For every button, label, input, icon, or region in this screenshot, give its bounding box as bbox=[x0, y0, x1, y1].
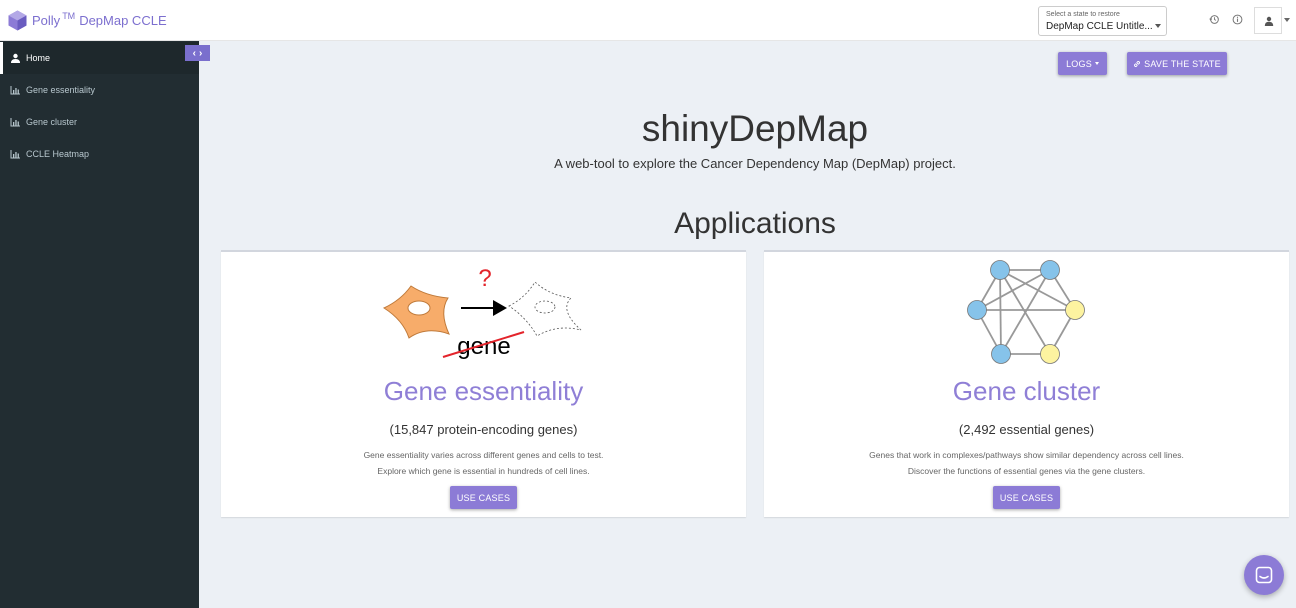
sidebar-item-gene-essentiality[interactable]: Gene essentiality bbox=[0, 74, 199, 106]
chevron-left-icon: ‹ bbox=[192, 47, 196, 59]
bar-chart-icon bbox=[10, 118, 20, 127]
brand[interactable]: Polly TM DepMap CCLE bbox=[8, 9, 167, 31]
top-bar: Polly TM DepMap CCLE Select a state to r… bbox=[0, 0, 1296, 41]
sidebar-item-ccle-heatmap[interactable]: CCLE Heatmap bbox=[0, 138, 199, 170]
gene-essentiality-card: ? gene Gene essentiality (15,847 protein… bbox=[221, 250, 746, 517]
user-icon bbox=[1264, 16, 1274, 26]
page-title: shinyDepMap bbox=[641, 108, 869, 149]
card-description-line-1: Gene essentiality varies across differen… bbox=[363, 450, 604, 460]
use-cases-button[interactable]: USE CASES bbox=[993, 486, 1060, 509]
card-count: (2,492 essential genes) bbox=[958, 422, 1095, 437]
brand-text: Polly TM DepMap CCLE bbox=[32, 10, 167, 28]
save-state-button[interactable]: SAVE THE STATE bbox=[1127, 52, 1227, 75]
gene-word: gene bbox=[457, 333, 510, 360]
use-cases-button-label: USE CASES bbox=[456, 492, 511, 503]
brand-product: DepMap CCLE bbox=[79, 12, 167, 28]
use-cases-button[interactable]: USE CASES bbox=[450, 486, 517, 509]
chat-launcher-button[interactable] bbox=[1244, 555, 1284, 595]
sidebar: Home Gene essentiality Gene cluster CCLE… bbox=[0, 41, 199, 608]
brand-name: Polly bbox=[32, 12, 61, 28]
caret-down-icon bbox=[1094, 62, 1099, 65]
home-icon bbox=[11, 53, 20, 63]
sidebar-item-home[interactable]: Home bbox=[0, 42, 199, 74]
page-subtitle: A web-tool to explore the Cancer Depende… bbox=[554, 156, 956, 171]
user-menu-caret-icon[interactable] bbox=[1284, 18, 1290, 22]
user-menu-button[interactable] bbox=[1254, 7, 1282, 34]
sidebar-item-label: Gene essentiality bbox=[26, 85, 96, 95]
chevron-right-icon: › bbox=[199, 47, 203, 59]
sidebar-item-gene-cluster[interactable]: Gene cluster bbox=[0, 106, 199, 138]
brand-tm: TM bbox=[62, 10, 76, 21]
gene-network-illustration bbox=[967, 260, 1085, 364]
link-icon bbox=[1134, 60, 1141, 67]
card-description-line-2: Discover the functions of essential gene… bbox=[907, 466, 1146, 476]
state-select[interactable]: Select a state to restore DepMap CCLE Un… bbox=[1038, 6, 1167, 36]
sidebar-item-label: Home bbox=[26, 53, 51, 63]
state-select-label: Select a state to restore bbox=[1046, 11, 1120, 18]
bar-chart-icon bbox=[10, 86, 20, 95]
gene-cluster-card: Gene cluster (2,492 essential genes) Gen… bbox=[764, 250, 1289, 517]
logs-button[interactable]: LOGS bbox=[1058, 52, 1107, 75]
save-state-button-label: SAVE THE STATE bbox=[1144, 58, 1221, 69]
sidebar-toggle-button[interactable]: ‹ › bbox=[185, 45, 210, 61]
gene-knockout-illustration: ? gene bbox=[382, 265, 582, 360]
applications-heading: Applications bbox=[674, 207, 836, 240]
bar-chart-icon bbox=[10, 150, 20, 159]
card-description-line-1: Genes that work in complexes/pathways sh… bbox=[869, 450, 1184, 460]
chevron-down-icon bbox=[1155, 24, 1161, 28]
card-description-line-2: Explore which gene is essential in hundr… bbox=[377, 466, 590, 476]
use-cases-button-label: USE CASES bbox=[999, 492, 1054, 503]
state-select-value: DepMap CCLE Untitle... bbox=[1046, 21, 1153, 32]
card-count: (15,847 protein-encoding genes) bbox=[389, 422, 578, 437]
history-icon[interactable] bbox=[1209, 14, 1220, 25]
polly-logo-icon bbox=[8, 10, 27, 30]
card-title: Gene cluster bbox=[952, 376, 1101, 406]
sidebar-item-label: Gene cluster bbox=[26, 117, 78, 127]
card-title: Gene essentiality bbox=[383, 376, 584, 406]
question-mark: ? bbox=[478, 265, 491, 292]
sidebar-item-label: CCLE Heatmap bbox=[26, 149, 90, 159]
logs-button-label: LOGS bbox=[1066, 58, 1092, 69]
info-icon[interactable] bbox=[1232, 14, 1243, 25]
chat-icon bbox=[1255, 566, 1273, 584]
